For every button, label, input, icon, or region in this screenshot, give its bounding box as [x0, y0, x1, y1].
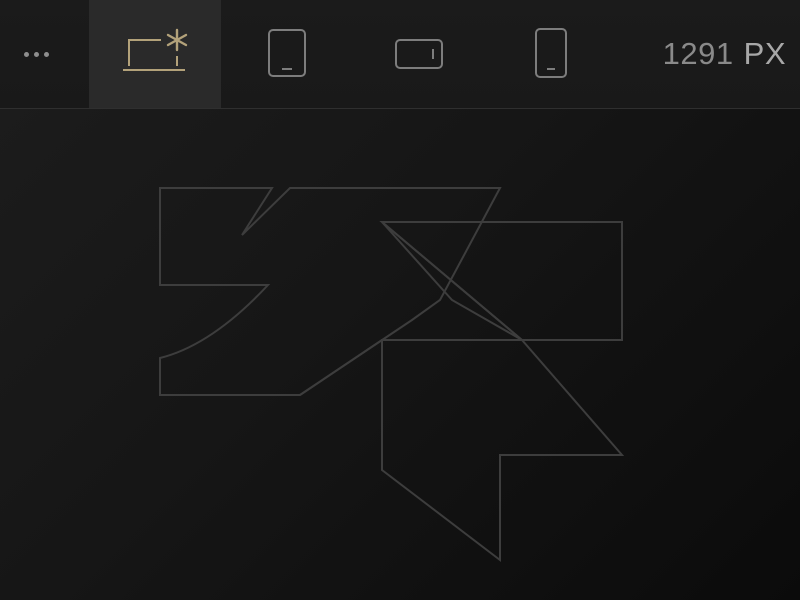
- device-phone-landscape-button[interactable]: [353, 0, 485, 108]
- viewport-width-readout: 1291 PX: [617, 0, 800, 108]
- phone-portrait-icon: [535, 28, 567, 78]
- more-horizontal-icon: [23, 51, 49, 57]
- preview-window: 1291 PX: [0, 0, 800, 600]
- viewport-width-value: 1291: [662, 36, 734, 71]
- tablet-portrait-icon: [268, 29, 306, 77]
- responsive-toolbar: 1291 PX: [0, 0, 800, 109]
- device-tablet-button[interactable]: [221, 0, 353, 108]
- viewport-width-unit: PX: [743, 36, 786, 71]
- device-mobile-button[interactable]: [485, 0, 617, 108]
- device-desktop-button[interactable]: [89, 0, 221, 108]
- more-options-button[interactable]: [0, 0, 72, 108]
- laptop-icon: [123, 28, 188, 71]
- phone-landscape-icon: [395, 39, 443, 69]
